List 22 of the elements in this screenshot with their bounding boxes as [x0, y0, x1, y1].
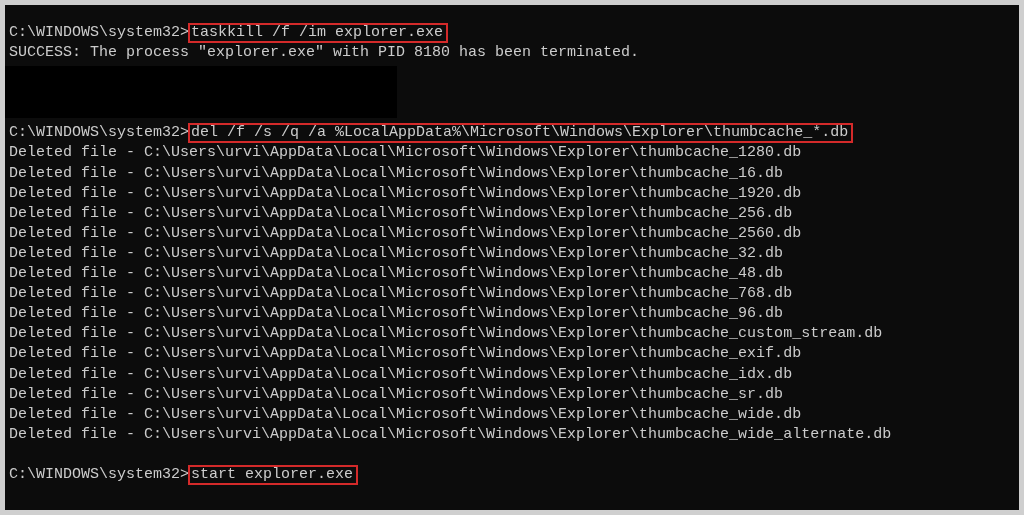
output-text: Deleted file - C:\Users\urvi\AppData\Local\Microsoft\Windows\Explorer\thumbcache_wide.db: [9, 404, 802, 425]
output-text: Deleted file - C:\Users\urvi\AppData\Local\Microsoft\Windows\Explorer\thumbcache_768.db: [9, 284, 793, 305]
output-text: Deleted file - C:\Users\urvi\AppData\Local\Microsoft\Windows\Explorer\thumbcache_16.db: [9, 163, 784, 184]
output-text: Deleted file - C:\Users\urvi\AppData\Local\Microsoft\Windows\Explorer\thumbcache_idx.db: [9, 364, 793, 385]
output-text: Deleted file - C:\Users\urvi\AppData\Local\Microsoft\Windows\Explorer\thumbcache_2560.db: [9, 223, 802, 244]
output-text: Deleted file - C:\Users\urvi\AppData\Local\Microsoft\Windows\Explorer\thumbcache_32.db: [9, 243, 784, 264]
command-text: start explorer.exe: [188, 465, 359, 486]
output-text: Deleted file - C:\Users\urvi\AppData\Local\Microsoft\Windows\Explorer\thumbcache_wide_alternate.db: [9, 424, 892, 445]
output-text: Deleted file - C:\Users\urvi\AppData\Local\Microsoft\Windows\Explorer\thumbcache_exif.db: [9, 344, 802, 365]
prompt-text: C:\WINDOWS\system32>: [9, 123, 190, 144]
prompt-text: C:\WINDOWS\system32>: [9, 23, 190, 43]
command-text: del /f /s /q /a %LocalAppData%\Microsoft\Windows\Explorer\thumbcache_*.db: [188, 123, 854, 144]
output-text: Deleted file - C:\Users\urvi\AppData\Local\Microsoft\Windows\Explorer\thumbcache_1280.db: [9, 143, 802, 164]
output-text: Deleted file - C:\Users\urvi\AppData\Local\Microsoft\Windows\Explorer\thumbcache_256.db: [9, 203, 793, 224]
output-text: Deleted file - C:\Users\urvi\AppData\Local\Microsoft\Windows\Explorer\thumbcache_96.db: [9, 304, 784, 325]
output-text: Deleted file - C:\Users\urvi\AppData\Local\Microsoft\Windows\Explorer\thumbcache_48.db: [9, 264, 784, 285]
prompt-text: C:\WINDOWS\system32>: [9, 465, 190, 485]
command-text: taskkill /f /im explorer.exe: [188, 23, 449, 44]
output-text: Deleted file - C:\Users\urvi\AppData\Local\Microsoft\Windows\Explorer\thumbcache_1920.db: [9, 183, 802, 204]
output-text: Deleted file - C:\Users\urvi\AppData\Local\Microsoft\Windows\Explorer\thumbcache_sr.db: [9, 384, 784, 405]
output-text: Deleted file - C:\Users\urvi\AppData\Local\Microsoft\Windows\Explorer\thumbcache_custom_stream.db: [9, 324, 883, 345]
output-text: SUCCESS: The process "explorer.exe" with PID 8180 has been terminated.: [9, 43, 640, 64]
